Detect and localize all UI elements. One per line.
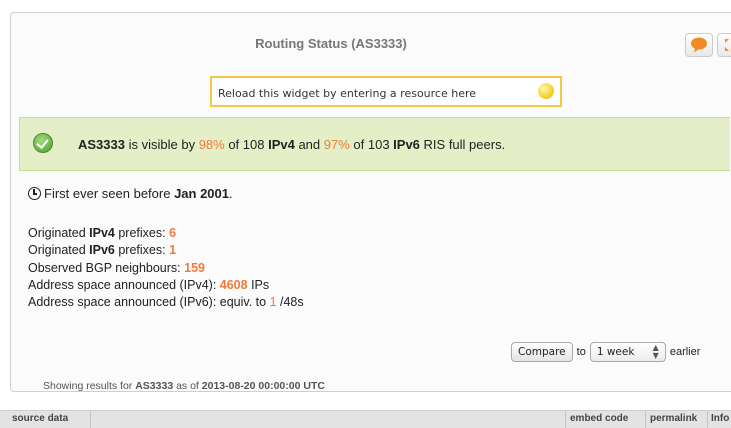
stat-label-bold: IPv4 bbox=[89, 226, 115, 240]
stat-label: Address space announced (IPv6): equiv. t… bbox=[28, 295, 270, 310]
resource-input[interactable] bbox=[216, 82, 530, 104]
stat-bgp-neighbours: Observed BGP neighbours: 159 bbox=[28, 260, 304, 277]
expand-icon bbox=[725, 39, 729, 51]
banner-asn: AS3333 bbox=[78, 137, 125, 152]
permalink-link[interactable]: permalink bbox=[650, 413, 697, 424]
stat-label: Originated bbox=[28, 226, 90, 240]
banner-ipv4: IPv4 bbox=[268, 137, 295, 152]
speech-bubble-icon bbox=[691, 37, 707, 53]
widget-footer: source data embed code permalink Info bbox=[0, 410, 731, 428]
first-seen-prefix: First ever seen before bbox=[44, 186, 175, 201]
stat-originated-ipv4: Originated IPv4 prefixes: 6 bbox=[28, 225, 304, 242]
stat-value: 4608 bbox=[219, 277, 248, 292]
showing-mid: as of bbox=[173, 380, 202, 392]
info-link[interactable]: Info bbox=[711, 413, 729, 424]
banner-ipv6: IPv6 bbox=[393, 137, 420, 152]
widget-title: Routing Status (AS3333) bbox=[255, 36, 407, 51]
resource-input-box bbox=[210, 76, 562, 107]
compare-to-label: to bbox=[576, 346, 586, 358]
clock-icon bbox=[28, 187, 41, 200]
stat-value: 159 bbox=[184, 260, 205, 275]
compare-controls: Compare to 1 week ▲ ▼ earlier bbox=[511, 342, 700, 362]
embed-code-link[interactable]: embed code bbox=[570, 413, 628, 424]
ipv4-visibility-pct: 98% bbox=[198, 137, 225, 152]
stat-label-bold: IPv6 bbox=[89, 243, 115, 258]
results-timestamp: Showing results for AS3333 as of 2013-08… bbox=[43, 380, 325, 392]
footer-divider bbox=[645, 411, 646, 428]
stat-unit: /48s bbox=[276, 295, 304, 310]
stat-label: prefixes: bbox=[114, 243, 170, 258]
stat-value: 1 bbox=[269, 295, 277, 310]
select-arrows-icon: ▲ ▼ bbox=[652, 343, 659, 360]
stat-label: Address space announced (IPv4): bbox=[28, 277, 220, 292]
compare-earlier-label: earlier bbox=[669, 346, 701, 358]
footer-divider bbox=[90, 411, 91, 428]
stat-value: 1 bbox=[169, 243, 177, 258]
visibility-text: AS3333 is visible by 98% of 108 IPv4 and… bbox=[78, 137, 505, 152]
expand-button[interactable] bbox=[717, 33, 731, 57]
stat-originated-ipv6: Originated IPv6 prefixes: 1 bbox=[28, 242, 304, 259]
routing-status-widget: Routing Status (AS3333) bbox=[10, 12, 731, 392]
ipv6-visibility-pct: 97% bbox=[323, 137, 350, 152]
first-seen-line: First ever seen before Jan 2001. bbox=[28, 186, 233, 201]
footer-divider bbox=[565, 411, 566, 428]
visibility-banner: AS3333 is visible by 98% of 108 IPv4 and… bbox=[19, 117, 730, 171]
banner-text-5: RIS full peers. bbox=[419, 137, 506, 152]
stat-label: Observed BGP neighbours: bbox=[28, 260, 185, 275]
first-seen-date: Jan 2001 bbox=[174, 186, 229, 201]
banner-text-1: is visible by bbox=[124, 137, 199, 152]
footer-divider bbox=[707, 411, 708, 428]
reload-go-icon[interactable] bbox=[538, 83, 554, 99]
stat-value: 6 bbox=[169, 226, 177, 240]
period-select-value: 1 week bbox=[596, 346, 635, 358]
banner-text-4: of 103 bbox=[349, 137, 394, 152]
stat-address-space-ipv4: Address space announced (IPv4): 4608 IPs bbox=[28, 277, 304, 294]
routing-stats: Originated IPv4 prefixes: 6 Originated I… bbox=[28, 225, 304, 311]
banner-text-2: of 108 bbox=[224, 137, 269, 152]
compare-button[interactable]: Compare bbox=[511, 342, 573, 362]
first-seen-suffix: . bbox=[229, 186, 233, 201]
stat-address-space-ipv6: Address space announced (IPv6): equiv. t… bbox=[28, 294, 304, 311]
stat-label: Originated bbox=[28, 243, 90, 258]
showing-datetime: 2013-08-20 00:00:00 UTC bbox=[201, 380, 325, 392]
period-select[interactable]: 1 week ▲ ▼ bbox=[589, 342, 666, 362]
showing-asn: AS3333 bbox=[135, 380, 174, 392]
showing-prefix: Showing results for bbox=[43, 380, 136, 392]
check-icon bbox=[33, 133, 53, 153]
stat-unit: IPs bbox=[247, 277, 270, 292]
stat-label: prefixes: bbox=[114, 226, 170, 240]
source-data-link[interactable]: source data bbox=[12, 413, 68, 424]
comment-button[interactable] bbox=[685, 33, 713, 57]
banner-text-3: and bbox=[294, 137, 324, 152]
